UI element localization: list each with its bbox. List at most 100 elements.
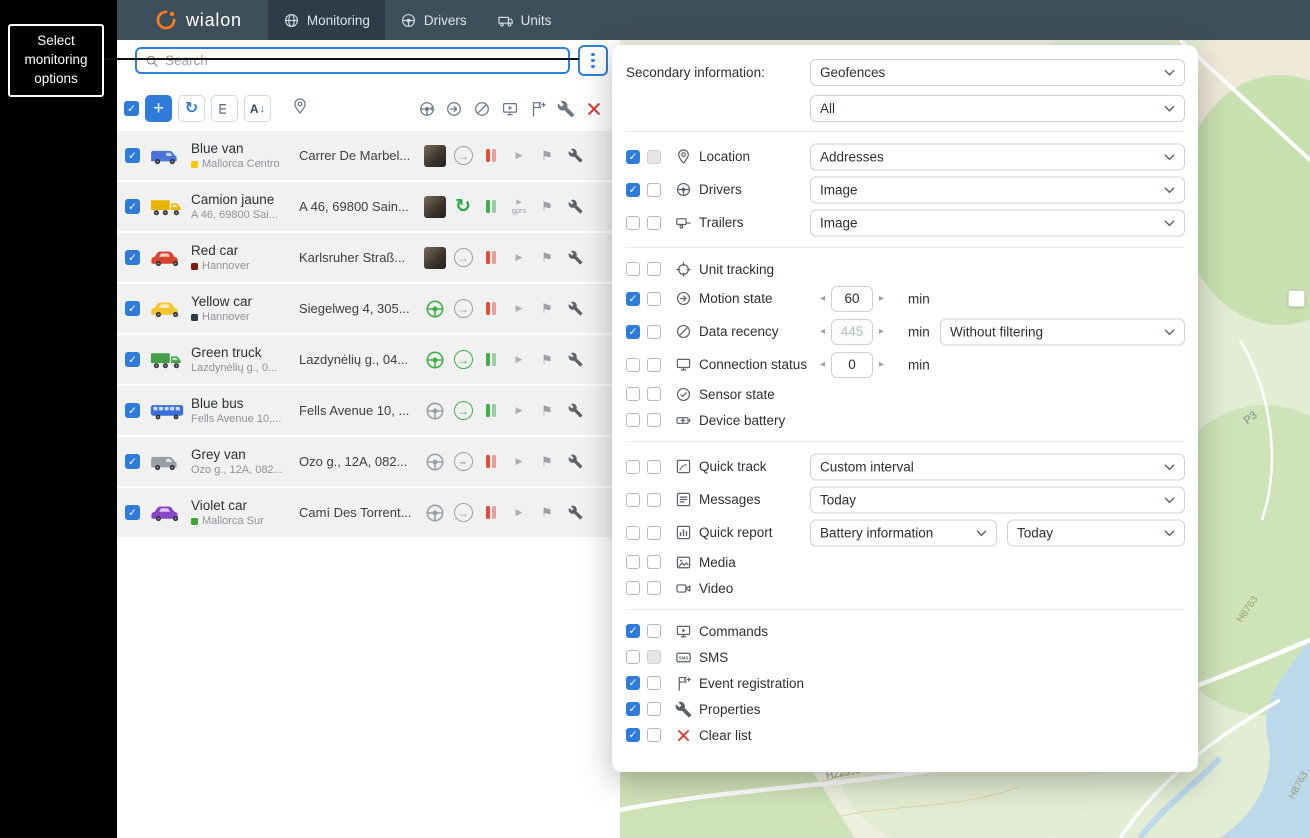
event-flag-icon[interactable]: ⚑ xyxy=(541,148,553,164)
option-main-checkbox[interactable] xyxy=(626,728,640,742)
option-select[interactable]: Battery information xyxy=(810,519,997,546)
unit-checkbox[interactable] xyxy=(125,454,140,469)
unit-row[interactable]: Red car Hannover Karlsruher Straß... ▶ ⚑ xyxy=(117,233,620,282)
unit-checkbox[interactable] xyxy=(125,148,140,163)
option-secondary-checkbox[interactable] xyxy=(647,624,661,638)
stepper[interactable]: ◂ 445 ▸ xyxy=(820,319,884,345)
option-main-checkbox[interactable] xyxy=(626,460,640,474)
recency-column-header[interactable] xyxy=(468,100,496,118)
option-main-checkbox[interactable] xyxy=(626,650,640,664)
event-flag-icon[interactable]: ⚑ xyxy=(541,250,553,266)
driver-thumb[interactable] xyxy=(424,502,446,524)
stepper[interactable]: ◂ 0 ▸ xyxy=(820,352,884,378)
unit-row[interactable]: Yellow car Hannover Siegelweg 4, 305... … xyxy=(117,284,620,333)
option-secondary-checkbox[interactable] xyxy=(647,581,661,595)
option-secondary-checkbox[interactable] xyxy=(647,650,661,664)
properties-wrench-icon[interactable] xyxy=(568,148,583,163)
option-row[interactable]: Drivers Image xyxy=(626,173,1185,206)
commands-play-icon[interactable]: ▶ xyxy=(516,304,523,314)
event-flag-icon[interactable]: ⚑ xyxy=(541,199,553,215)
option-secondary-checkbox[interactable] xyxy=(647,262,661,276)
option-row[interactable]: Media xyxy=(626,549,1185,575)
option-main-checkbox[interactable] xyxy=(626,702,640,716)
motion-column-header[interactable] xyxy=(440,100,468,118)
secondary-info-select[interactable]: Geofences xyxy=(810,59,1185,86)
option-main-checkbox[interactable] xyxy=(626,292,640,306)
stepper-decrease-icon[interactable]: ◂ xyxy=(820,359,825,370)
option-select[interactable]: Image xyxy=(810,209,1185,236)
option-secondary-checkbox[interactable] xyxy=(647,216,661,230)
option-secondary-checkbox[interactable] xyxy=(647,555,661,569)
stepper-increase-icon[interactable]: ▸ xyxy=(879,359,884,370)
option-row[interactable]: Sensor state xyxy=(626,381,1185,407)
option-main-checkbox[interactable] xyxy=(626,493,640,507)
unit-checkbox[interactable] xyxy=(125,199,140,214)
properties-wrench-icon[interactable] xyxy=(568,250,583,265)
properties-wrench-icon[interactable] xyxy=(568,199,583,214)
event-flag-icon[interactable]: ⚑ xyxy=(541,505,553,521)
option-row[interactable]: Messages Today xyxy=(626,483,1185,516)
option-secondary-checkbox[interactable] xyxy=(647,702,661,716)
event-flag-icon[interactable]: ⚑ xyxy=(541,301,553,317)
unit-row[interactable]: Violet car Mallorca Sur Camí Des Torrent… xyxy=(117,488,620,537)
unit-row[interactable]: Blue bus Fells Avenue 10,... Fells Avenu… xyxy=(117,386,620,435)
sort-button[interactable]: A↓ xyxy=(244,95,271,122)
option-secondary-checkbox[interactable] xyxy=(647,460,661,474)
stepper-value[interactable]: 445 xyxy=(831,319,873,345)
option-main-checkbox[interactable] xyxy=(626,358,640,372)
option-secondary-checkbox[interactable] xyxy=(647,358,661,372)
stepper-value[interactable]: 0 xyxy=(831,352,873,378)
option-row[interactable]: Location Addresses xyxy=(626,140,1185,173)
commands-play-icon[interactable]: ▶ xyxy=(516,406,523,416)
unit-checkbox[interactable] xyxy=(125,250,140,265)
unit-checkbox[interactable] xyxy=(125,505,140,520)
map-control[interactable] xyxy=(1288,290,1305,307)
unit-row[interactable]: Camion jaune A 46, 69800 Sai... A 46, 69… xyxy=(117,182,620,231)
option-row[interactable]: Unit tracking xyxy=(626,256,1185,282)
unit-row[interactable]: Grey van Ozo g., 12A, 082... Ozo g., 12A… xyxy=(117,437,620,486)
option-select[interactable]: Image xyxy=(810,176,1185,203)
option-select[interactable]: Today xyxy=(1007,519,1185,546)
stepper-decrease-icon[interactable]: ◂ xyxy=(820,326,825,337)
option-secondary-checkbox[interactable] xyxy=(647,526,661,540)
option-secondary-checkbox[interactable] xyxy=(647,150,661,164)
option-secondary-checkbox[interactable] xyxy=(647,676,661,690)
commands-play-icon[interactable]: ▶ xyxy=(516,355,523,365)
add-unit-button[interactable]: + xyxy=(145,95,172,122)
option-secondary-checkbox[interactable] xyxy=(647,493,661,507)
stepper-value[interactable]: 60 xyxy=(831,286,873,312)
option-main-checkbox[interactable] xyxy=(626,555,640,569)
unit-row[interactable]: Green truck Lazdynėlių g., 0... Lazdynėl… xyxy=(117,335,620,384)
unit-row[interactable]: Blue van Mallorca Centro Carrer De Marbe… xyxy=(117,131,620,180)
option-main-checkbox[interactable] xyxy=(626,150,640,164)
stepper[interactable]: ◂ 60 ▸ xyxy=(820,286,884,312)
driver-column-header[interactable]: ▾ xyxy=(412,100,440,118)
option-row[interactable]: Quick report Battery information Today xyxy=(626,516,1185,549)
option-row[interactable]: Clear list xyxy=(626,722,1185,748)
search-box[interactable] xyxy=(135,47,570,74)
stepper-decrease-icon[interactable]: ◂ xyxy=(820,293,825,304)
driver-thumb[interactable] xyxy=(424,451,446,473)
driver-thumb[interactable] xyxy=(424,400,446,422)
option-secondary-checkbox[interactable] xyxy=(647,413,661,427)
option-row[interactable]: Properties xyxy=(626,696,1185,722)
option-row[interactable]: Quick track Custom interval xyxy=(626,450,1185,483)
option-main-checkbox[interactable] xyxy=(626,325,640,339)
stepper-increase-icon[interactable]: ▸ xyxy=(879,293,884,304)
nav-tab[interactable]: Drivers xyxy=(385,0,482,40)
option-secondary-checkbox[interactable] xyxy=(647,387,661,401)
option-select[interactable]: Addresses xyxy=(810,143,1185,170)
event-flag-icon[interactable]: ⚑ xyxy=(541,352,553,368)
properties-wrench-icon[interactable] xyxy=(568,301,583,316)
properties-wrench-icon[interactable] xyxy=(568,505,583,520)
search-input[interactable] xyxy=(165,53,560,68)
location-column-button[interactable] xyxy=(291,97,309,120)
option-main-checkbox[interactable] xyxy=(626,216,640,230)
option-row[interactable]: Connection status ◂ 0 ▸ min xyxy=(626,348,1185,381)
event-flag-icon[interactable]: ⚑ xyxy=(541,403,553,419)
driver-thumb[interactable] xyxy=(424,196,446,218)
option-main-checkbox[interactable] xyxy=(626,624,640,638)
option-secondary-checkbox[interactable] xyxy=(647,183,661,197)
event-flag-icon[interactable]: ⚑ xyxy=(541,454,553,470)
option-main-checkbox[interactable] xyxy=(626,676,640,690)
